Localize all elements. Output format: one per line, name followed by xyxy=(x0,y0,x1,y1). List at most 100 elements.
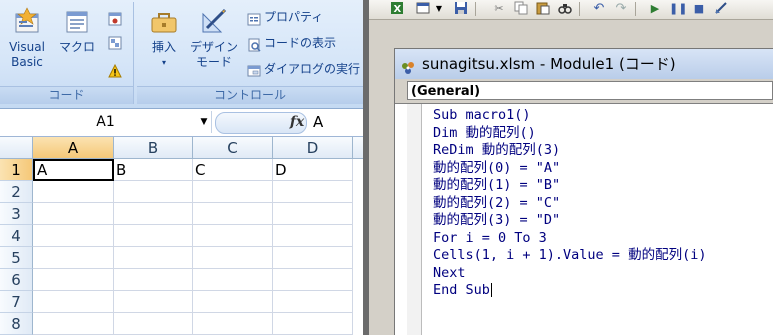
name-box-dropdown-icon[interactable]: ▼ xyxy=(198,111,210,133)
record-macro-button[interactable] xyxy=(108,6,125,28)
cell-a4[interactable] xyxy=(33,225,114,247)
cell-a7[interactable] xyxy=(33,291,114,313)
cell-d1[interactable]: D xyxy=(273,159,353,181)
cell-b4[interactable] xyxy=(114,225,193,247)
insert-control-button[interactable]: 挿入 ▾ xyxy=(143,6,185,70)
row-header-8[interactable]: 8 xyxy=(0,313,33,335)
cell-b3[interactable] xyxy=(114,203,193,225)
column-header-e[interactable] xyxy=(353,137,363,159)
design-mode-label-2: モード xyxy=(195,55,232,69)
toolbar-separator xyxy=(635,2,636,16)
cell-a1[interactable]: A xyxy=(33,159,114,181)
macro-security-button[interactable] xyxy=(108,58,125,80)
column-header-c[interactable]: C xyxy=(193,137,273,159)
run-icon[interactable]: ▶ xyxy=(647,1,663,17)
cell-c2[interactable] xyxy=(193,181,273,203)
cell-a8[interactable] xyxy=(33,313,114,335)
insert-function-icon[interactable]: fx xyxy=(287,112,307,132)
design-mode-button[interactable]: デザイン モード xyxy=(189,6,239,70)
properties-button[interactable]: プロパティ xyxy=(247,6,323,28)
insert-control-label: 挿入 xyxy=(151,40,176,54)
code-line: Next xyxy=(433,265,706,283)
code-line-text: Sub macro1() xyxy=(433,107,531,123)
reset-icon[interactable]: ■ xyxy=(691,1,707,17)
formula-bar: A1 ▼ fx A xyxy=(0,109,363,137)
view-code-button[interactable]: コードの表示 xyxy=(247,32,336,54)
cell-c3[interactable] xyxy=(193,203,273,225)
row-header-1[interactable]: 1 xyxy=(0,159,33,181)
paste-icon[interactable] xyxy=(535,1,551,17)
cell-c6[interactable] xyxy=(193,269,273,291)
cell-c5[interactable] xyxy=(193,247,273,269)
cell-b2[interactable] xyxy=(114,181,193,203)
column-header-a[interactable]: A xyxy=(33,137,114,159)
code-editor[interactable]: Sub macro1() Dim 動的配列() ReDim 動的配列(3) 動的配列(… xyxy=(395,104,773,335)
cell-b1[interactable]: B xyxy=(114,159,193,181)
cell-d3[interactable] xyxy=(273,203,353,225)
cell-b6[interactable] xyxy=(114,269,193,291)
view-code-icon xyxy=(247,37,261,52)
column-header-d[interactable]: D xyxy=(273,137,353,159)
insert-dropdown-icon[interactable]: ▼ xyxy=(431,1,447,17)
code-line-text: Cells(1, i + 1).Value = 動的配列(i) xyxy=(433,247,707,263)
margin-indicator-bar[interactable] xyxy=(407,104,422,335)
ribbon-group-controls: 挿入 ▾ デザイン モード プロパティ コードの表示 ダイアログの実行 コントロ… xyxy=(137,2,363,104)
select-all-corner[interactable] xyxy=(0,137,33,159)
view-excel-icon[interactable]: X xyxy=(389,1,405,17)
cell-c1[interactable]: C xyxy=(193,159,273,181)
design-mode-toggle-icon[interactable] xyxy=(713,1,729,17)
dropdown-arrow-icon: ▾ xyxy=(161,58,166,67)
code-group-label: コード xyxy=(0,86,133,104)
undo-icon[interactable]: ↶ xyxy=(591,1,607,17)
cell-d6[interactable] xyxy=(273,269,353,291)
find-icon[interactable] xyxy=(557,1,573,17)
cell-c8[interactable] xyxy=(193,313,273,335)
visual-basic-button[interactable]: Visual Basic xyxy=(4,6,50,70)
cell-c7[interactable] xyxy=(193,291,273,313)
cell-a2[interactable] xyxy=(33,181,114,203)
cell-d2[interactable] xyxy=(273,181,353,203)
row-header-6[interactable]: 6 xyxy=(0,269,33,291)
cell-d8[interactable] xyxy=(273,313,353,335)
design-mode-label-1: デザイン xyxy=(189,40,238,54)
relative-reference-icon xyxy=(108,35,122,49)
cell-a5[interactable] xyxy=(33,247,114,269)
row-header-4[interactable]: 4 xyxy=(0,225,33,247)
break-icon[interactable]: ❚❚ xyxy=(669,1,687,17)
row-header-2[interactable]: 2 xyxy=(0,181,33,203)
relative-reference-button[interactable] xyxy=(108,30,125,52)
macro-icon xyxy=(62,6,92,36)
cell-a3[interactable] xyxy=(33,203,114,225)
run-dialog-label: ダイアログの実行 xyxy=(264,62,361,76)
row-header-5[interactable]: 5 xyxy=(0,247,33,269)
cell-b8[interactable] xyxy=(114,313,193,335)
name-box[interactable]: A1 xyxy=(0,111,212,133)
row-header-7[interactable]: 7 xyxy=(0,291,33,313)
object-combo[interactable]: (General) xyxy=(407,81,773,100)
cell-d4[interactable] xyxy=(273,225,353,247)
cell-d7[interactable] xyxy=(273,291,353,313)
properties-icon xyxy=(247,11,261,25)
code-line-text: For i = 0 To 3 xyxy=(433,229,547,246)
cell-a6[interactable] xyxy=(33,269,114,291)
insert-module-icon[interactable] xyxy=(415,1,431,17)
controls-group-label: コントロール xyxy=(137,86,363,104)
column-header-b[interactable]: B xyxy=(114,137,193,159)
toolbox-icon xyxy=(149,6,179,36)
code-line: Cells(1, i + 1).Value = 動的配列(i) xyxy=(433,247,706,265)
cell-b5[interactable] xyxy=(114,247,193,269)
cell-b7[interactable] xyxy=(114,291,193,313)
row-header-3[interactable]: 3 xyxy=(0,203,33,225)
redo-icon[interactable]: ↷ xyxy=(613,1,629,17)
cell-d5[interactable] xyxy=(273,247,353,269)
save-icon[interactable] xyxy=(453,1,469,17)
cut-icon[interactable]: ✂ xyxy=(491,1,507,17)
code-window: sunagitsu.xlsm - Module1 (コード) (General)… xyxy=(394,48,773,335)
macro-button[interactable]: マクロ xyxy=(56,6,98,55)
run-dialog-button[interactable]: ダイアログの実行 xyxy=(247,58,360,80)
cell-c4[interactable] xyxy=(193,225,273,247)
code-window-titlebar[interactable]: sunagitsu.xlsm - Module1 (コード) xyxy=(395,49,773,79)
code-line: 動的配列(1) = "B" xyxy=(433,177,706,195)
formula-input[interactable]: A xyxy=(313,111,323,133)
copy-icon[interactable] xyxy=(513,1,529,17)
